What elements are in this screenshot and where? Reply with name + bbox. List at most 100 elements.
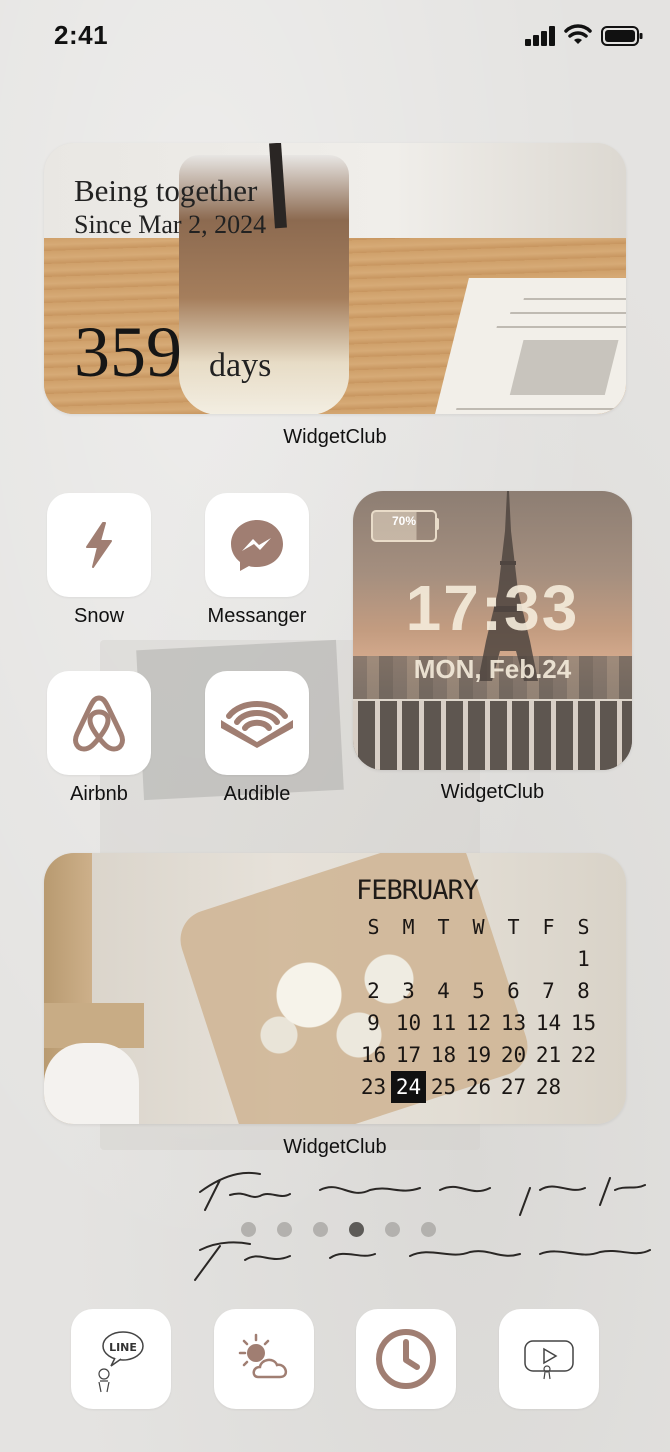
app-label: Airbnb	[70, 783, 128, 805]
dock-app-youtube[interactable]	[499, 1309, 599, 1409]
widget-days-unit: days	[209, 347, 272, 384]
app-tile[interactable]	[205, 493, 309, 597]
dock-app-weather[interactable]	[214, 1309, 314, 1409]
calendar-week-row: 1	[356, 943, 601, 975]
lightning-icon	[86, 522, 112, 568]
calendar-grid: S M T W T F S 1 2 3 4 5 6 7 8 9 10 11 12 13 14 15 16 17 18 19 20 21…	[356, 911, 601, 1103]
calendar-day	[461, 943, 496, 975]
page-dot[interactable]	[385, 1222, 400, 1237]
calendar-day: 16	[360, 1043, 387, 1067]
calendar-day: 19	[465, 1043, 492, 1067]
calendar-month: FEBRUARY	[356, 875, 479, 906]
calendar-day: 10	[395, 1011, 422, 1035]
page-dot[interactable]	[421, 1222, 436, 1237]
page-dot-active[interactable]	[349, 1222, 364, 1237]
app-snow[interactable]: Snow	[47, 493, 151, 628]
widget-shelf	[44, 1003, 144, 1048]
clock-widget[interactable]: 70% 17:33 MON, Feb.24	[353, 491, 632, 770]
dock-app-clock[interactable]	[356, 1309, 456, 1409]
status-time: 2:41	[54, 20, 109, 50]
app-audible[interactable]: Audible	[205, 671, 309, 806]
calendar-weekday: T	[437, 915, 450, 939]
anniversary-widget[interactable]: Being together Since Mar 2, 2024 359 day…	[44, 143, 626, 414]
calendar-day: 26	[465, 1075, 492, 1099]
widget-since-date: Since Mar 2, 2024	[74, 210, 267, 239]
app-tile[interactable]	[47, 671, 151, 775]
calendar-week-row: 23 24 25 26 27 28	[356, 1071, 601, 1103]
dock-app-line[interactable]: LINE	[71, 1309, 171, 1409]
calendar-widget[interactable]: FEBRUARY S M T W T F S 1 2 3 4 5 6 7 8 9 10 11 12 13 14 15 16 1…	[44, 853, 626, 1124]
app-label: Audible	[223, 783, 291, 805]
widget-caption: WidgetClub	[440, 781, 545, 803]
calendar-week-row: 9 10 11 12 13 14 15	[356, 1007, 601, 1039]
page-dot[interactable]	[277, 1222, 292, 1237]
calendar-day: 20	[500, 1043, 527, 1067]
page-dot[interactable]	[241, 1222, 256, 1237]
calendar-day: 27	[500, 1075, 527, 1099]
widget-title: Being together	[74, 173, 258, 208]
app-airbnb[interactable]: Airbnb	[47, 671, 151, 806]
calendar-day: 7	[542, 979, 555, 1003]
calendar-day: 11	[430, 1011, 457, 1035]
widget-caption: WidgetClub	[283, 426, 387, 448]
app-label: Messanger	[207, 605, 307, 627]
calendar-day: 15	[570, 1011, 597, 1035]
widget-pillow	[44, 1043, 139, 1124]
calendar-weekday: W	[472, 915, 485, 939]
airbnb-icon	[73, 695, 125, 752]
line-icon-text: LINE	[109, 1341, 137, 1354]
calendar-day: 13	[500, 1011, 527, 1035]
calendar-day	[426, 943, 461, 975]
wifi-icon	[564, 24, 592, 44]
calendar-day: 28	[535, 1075, 562, 1099]
calendar-weekday: M	[402, 915, 415, 939]
calendar-weekday: F	[542, 915, 555, 939]
widget-date: MON, Feb.24	[413, 654, 572, 684]
calendar-day: 2	[367, 979, 380, 1003]
calendar-weekday-row: SMTWTFS	[356, 911, 601, 943]
calendar-day: 17	[395, 1043, 422, 1067]
messenger-icon	[231, 520, 283, 571]
calendar-day: 9	[367, 1011, 380, 1035]
page-dot[interactable]	[313, 1222, 328, 1237]
youtube-icon	[524, 1340, 574, 1380]
calendar-day	[391, 943, 426, 975]
clock-icon	[376, 1329, 436, 1389]
calendar-day: 21	[535, 1043, 562, 1067]
calendar-day: 3	[402, 979, 415, 1003]
battery-icon	[601, 26, 643, 46]
weather-icon	[238, 1333, 288, 1379]
audible-icon	[221, 701, 293, 748]
calendar-day: 14	[535, 1011, 562, 1035]
calendar-week-row: 2345678	[356, 975, 601, 1007]
app-messenger[interactable]: Messanger	[205, 493, 309, 628]
widget-time: 17:33	[405, 572, 580, 644]
calendar-weekday: T	[507, 915, 520, 939]
calendar-day: 1	[577, 947, 590, 971]
calendar-day	[566, 1071, 601, 1103]
calendar-day: 18	[430, 1043, 457, 1067]
calendar-weekday: S	[577, 915, 590, 939]
calendar-day	[496, 943, 531, 975]
calendar-day: 22	[570, 1043, 597, 1067]
line-icon: LINE	[98, 1331, 144, 1393]
calendar-day: 8	[577, 979, 590, 1003]
calendar-day: 5	[472, 979, 485, 1003]
battery-percent: 70%	[391, 514, 417, 528]
calendar-weekday: S	[367, 915, 380, 939]
app-label: Snow	[73, 605, 125, 627]
calendar-day	[356, 943, 391, 975]
calendar-day: 4	[437, 979, 450, 1003]
calendar-day: 12	[465, 1011, 492, 1035]
calendar-day-today: 24	[391, 1071, 426, 1103]
calendar-day: 23	[360, 1075, 387, 1099]
app-tile[interactable]	[205, 671, 309, 775]
widget-caption: WidgetClub	[283, 1136, 387, 1158]
calendar-week-row: 16 17 18 19 20 21 22	[356, 1039, 601, 1071]
app-tile[interactable]	[47, 493, 151, 597]
widget-days-count: 359	[74, 312, 182, 392]
widget-balcony	[353, 701, 632, 770]
calendar-day: 25	[430, 1075, 457, 1099]
signal-icon	[525, 26, 555, 46]
calendar-day: 6	[507, 979, 520, 1003]
